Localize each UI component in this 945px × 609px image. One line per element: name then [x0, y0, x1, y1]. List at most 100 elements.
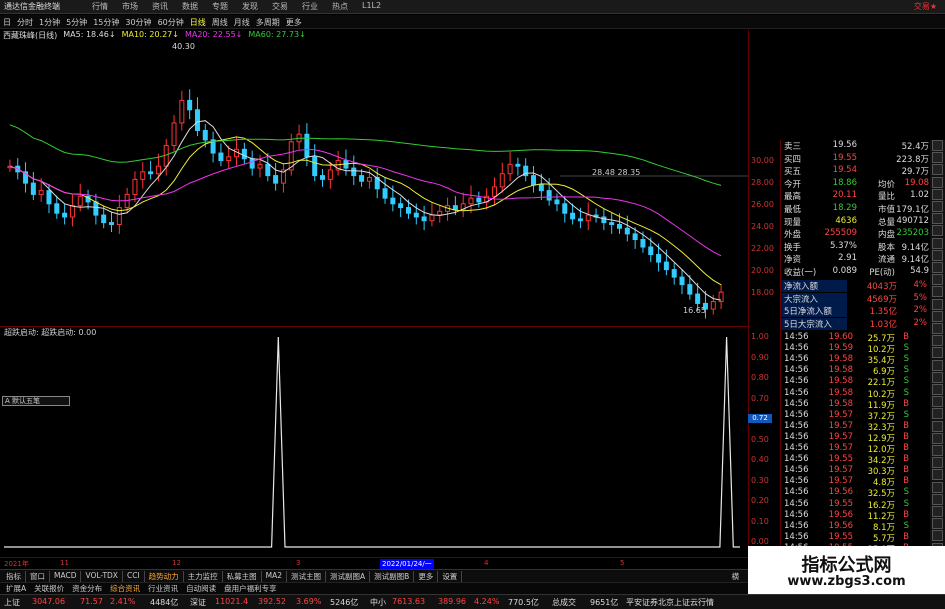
- toolbar-icon[interactable]: [932, 432, 943, 444]
- menu-item[interactable]: 行情: [92, 1, 108, 12]
- toolbar-icon[interactable]: [932, 518, 943, 530]
- period-8[interactable]: 周线: [212, 17, 228, 28]
- menu-item[interactable]: L1L2: [362, 1, 381, 12]
- period-10[interactable]: 多周期: [256, 17, 280, 28]
- ma60-label: MA60: 27.73↓: [248, 30, 306, 39]
- period-3[interactable]: 5分钟: [66, 17, 87, 28]
- toolbar-icon[interactable]: [932, 493, 943, 505]
- period-11[interactable]: 更多: [286, 17, 302, 28]
- toolbar-icon[interactable]: [932, 152, 943, 164]
- candlestick-chart[interactable]: [0, 44, 748, 326]
- info-tab-4[interactable]: 行业资讯: [144, 583, 182, 594]
- info-tab-6[interactable]: 盘用户福利专享: [220, 583, 281, 594]
- tab-5[interactable]: 趋势动力: [145, 571, 184, 582]
- toolbar-icon[interactable]: [932, 225, 943, 237]
- toolbar-icon[interactable]: [932, 188, 943, 200]
- indicator-tick: 1.00: [751, 332, 769, 341]
- sh-pct: 2.41%: [110, 597, 136, 606]
- period-0[interactable]: 日: [3, 17, 11, 28]
- period-7[interactable]: 日线: [190, 17, 206, 28]
- toolbar-icon[interactable]: [932, 371, 943, 383]
- toolbar-icon[interactable]: [932, 335, 943, 347]
- toolbar-icon[interactable]: [932, 323, 943, 334]
- price-tick: 18.00: [751, 288, 774, 297]
- quote-panel: 卖三 19.56 52.4万 买四 19.55 223.8万 买五 19.54 29.7万 今开 1…: [780, 140, 930, 556]
- toolbar-icon[interactable]: [932, 213, 943, 225]
- tab-0[interactable]: 指标: [2, 571, 26, 582]
- period-6[interactable]: 60分钟: [158, 17, 184, 28]
- quote-row: 买四 19.55 223.8万: [781, 153, 931, 165]
- candle: [609, 213, 615, 234]
- period-5[interactable]: 30分钟: [125, 17, 151, 28]
- menu-item[interactable]: 行业: [302, 1, 318, 12]
- tab-10[interactable]: 测试副图A: [326, 571, 371, 582]
- indicator-chart[interactable]: [0, 326, 748, 556]
- toolbar-icon[interactable]: [932, 140, 943, 151]
- menu-item[interactable]: 专题: [212, 1, 228, 12]
- quote-label: 卖三: [784, 142, 802, 152]
- toolbar-icon[interactable]: [932, 408, 943, 420]
- toolbar-icon[interactable]: [932, 262, 943, 273]
- toolbar-icon[interactable]: [932, 420, 943, 432]
- toolbar-icon[interactable]: [932, 310, 943, 322]
- period-1[interactable]: 分时: [17, 17, 33, 28]
- info-tab-5[interactable]: 自动阅读: [182, 583, 220, 594]
- quote-row: 收益(一) 0.089 PE(动) 54.9: [781, 266, 931, 278]
- tab-9[interactable]: 测试主图: [287, 571, 327, 582]
- toolbar-icon[interactable]: [932, 286, 943, 298]
- candle: [249, 150, 255, 176]
- tab-11[interactable]: 测试副图B: [370, 571, 415, 582]
- candle: [288, 133, 294, 176]
- toolbar-icon[interactable]: [932, 298, 943, 310]
- tab-1[interactable]: 窗口: [26, 571, 50, 582]
- trade-button[interactable]: 交易★: [914, 1, 937, 12]
- period-4[interactable]: 15分钟: [93, 17, 119, 28]
- toolbar-icon[interactable]: [932, 201, 943, 212]
- toolbar-icon[interactable]: [932, 457, 943, 469]
- period-9[interactable]: 月线: [234, 17, 250, 28]
- toolbar-icon[interactable]: [932, 530, 943, 542]
- toolbar-icon[interactable]: [932, 506, 943, 517]
- toolbar-icon[interactable]: [932, 396, 943, 408]
- candle: [398, 197, 404, 217]
- toolbar-icon[interactable]: [932, 237, 943, 249]
- candle: [593, 208, 599, 223]
- tab-8[interactable]: MA2: [262, 571, 288, 582]
- info-tab-3[interactable]: 综合资讯: [106, 583, 144, 594]
- toolbar-icon[interactable]: [932, 481, 943, 493]
- info-tab-0[interactable]: 扩展A: [2, 583, 30, 594]
- period-2[interactable]: 1分钟: [39, 17, 60, 28]
- menu-item[interactable]: 市场: [122, 1, 138, 12]
- toolbar-icon[interactable]: [932, 347, 943, 359]
- menu-item[interactable]: 交易: [272, 1, 288, 12]
- tab-13[interactable]: 设置: [438, 571, 463, 582]
- tab-4[interactable]: CCI: [123, 571, 145, 582]
- toolbar-icon[interactable]: [932, 164, 943, 176]
- quote-value2: 235203: [896, 228, 929, 239]
- menu-item[interactable]: 热点: [332, 1, 348, 12]
- info-tab-1[interactable]: 关联报价: [30, 583, 68, 594]
- tab-3[interactable]: VOL-TDX: [81, 571, 123, 582]
- toolbar-icon[interactable]: [932, 274, 943, 286]
- app-title: 通达信金融终端: [4, 2, 60, 11]
- site-watermark: 指标公式网 www.zbgs3.com: [748, 546, 945, 594]
- tab-7[interactable]: 私募主图: [223, 571, 262, 582]
- quote-label2: [857, 165, 895, 177]
- menu-item[interactable]: 资讯: [152, 1, 168, 12]
- tab-12[interactable]: 更多: [414, 571, 439, 582]
- tab-6[interactable]: 主力监控: [184, 571, 223, 582]
- toolbar-icon[interactable]: [932, 176, 943, 188]
- toolbar-icon[interactable]: [932, 359, 943, 371]
- menu-item[interactable]: 发现: [242, 1, 258, 12]
- toolbar-icon[interactable]: [932, 249, 943, 261]
- tab-horizontal[interactable]: 横: [732, 571, 740, 582]
- quote-row: 最低 18.29 市值 179.1亿: [781, 203, 931, 215]
- toolbar-icon[interactable]: [932, 445, 943, 456]
- crosshair-readout: 28.48 28.35: [592, 168, 641, 177]
- tab-2[interactable]: MACD: [50, 571, 82, 582]
- toolbar-icon[interactable]: [932, 384, 943, 395]
- info-tab-2[interactable]: 资金分布: [68, 583, 106, 594]
- toolbar-icon[interactable]: [932, 469, 943, 481]
- candle: [163, 138, 169, 176]
- menu-item[interactable]: 数据: [182, 1, 198, 12]
